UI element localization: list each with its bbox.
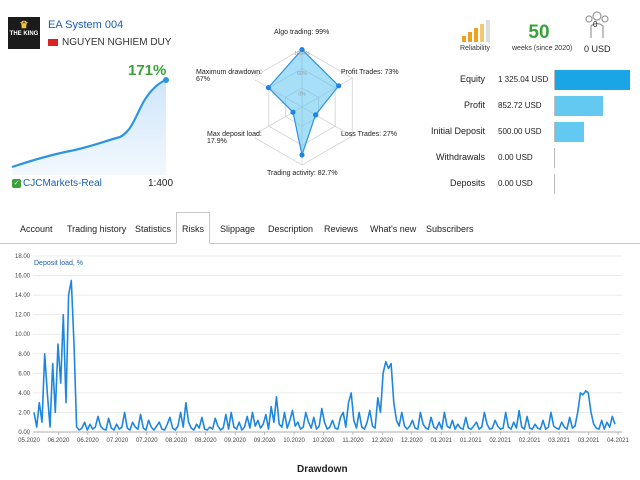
reliability-label: Reliability bbox=[460, 45, 490, 52]
leverage-value: 1:400 bbox=[148, 178, 174, 189]
radar-label-max-drawdown: Maximum drawdown: 67% bbox=[196, 69, 263, 83]
tab-description[interactable]: Description bbox=[268, 224, 313, 234]
radar-point bbox=[336, 83, 342, 89]
tab-statistics[interactable]: Statistics bbox=[135, 224, 171, 234]
x-tick-label: 09.2020 bbox=[224, 438, 246, 444]
radar-point bbox=[290, 109, 296, 115]
author-name: NGUYEN NGHIEM DUY bbox=[62, 37, 172, 48]
radar-label-max-deposit-load: Max deposit load: 17.9% bbox=[207, 131, 262, 145]
radar-chart: 100+% 60% 0% bbox=[255, 46, 353, 166]
financial-value: 0.00 USD bbox=[498, 179, 533, 188]
x-tick-label: 09.2020 bbox=[254, 438, 276, 444]
system-title[interactable]: EA System 004 bbox=[48, 19, 123, 31]
financial-bar bbox=[555, 96, 603, 116]
subscribers-value: 0 USD bbox=[584, 44, 611, 54]
x-tick-label: 06.2020 bbox=[48, 438, 70, 444]
tab-reviews[interactable]: Reviews bbox=[324, 224, 358, 234]
tab-risks[interactable]: Risks bbox=[176, 212, 210, 244]
x-tick-label: 03.2021 bbox=[548, 438, 570, 444]
radar-label-trading-activity: Trading activity: 82.7% bbox=[267, 170, 338, 177]
x-tick-label: 12.2020 bbox=[401, 438, 423, 444]
financial-label: Profit bbox=[463, 100, 485, 110]
x-tick-label: 02.2021 bbox=[519, 438, 541, 444]
x-tick-label: 03.2021 bbox=[578, 438, 600, 444]
series-line-deposit-load bbox=[33, 279, 616, 431]
weeks-value: 50 bbox=[528, 22, 550, 43]
growth-end-dot bbox=[163, 77, 169, 83]
x-tick-label: 01.2021 bbox=[430, 438, 452, 444]
radar-ring-label: 100+% bbox=[294, 51, 310, 57]
radar-label-profit-trades: Profit Trades: 73% bbox=[341, 69, 399, 76]
financial-bar bbox=[555, 70, 630, 90]
y-tick-label: 6.00 bbox=[18, 371, 30, 377]
financial-value: 1 325.04 USD bbox=[498, 75, 549, 84]
chart-legend: Deposit load, % bbox=[34, 260, 84, 267]
x-tick-label: 07.2020 bbox=[136, 438, 158, 444]
broker-row[interactable]: ✓ CJCMarkets-Real bbox=[12, 178, 102, 189]
financial-label: Withdrawals bbox=[435, 152, 485, 162]
tab-slippage[interactable]: Slippage bbox=[220, 224, 255, 234]
radar-point bbox=[265, 84, 271, 91]
country-flag-icon bbox=[48, 38, 58, 46]
tab-account[interactable]: Account bbox=[20, 224, 53, 234]
shield-check-icon: ✓ bbox=[12, 178, 21, 188]
radar-shape bbox=[267, 48, 340, 158]
radar-point bbox=[312, 112, 319, 118]
financial-label: Equity bbox=[459, 74, 485, 84]
x-tick-label: 07.2020 bbox=[106, 438, 128, 444]
chart-grid bbox=[33, 255, 622, 433]
radar-label-loss-trades: Loss Trades: 27% bbox=[341, 131, 398, 138]
weeks-label: weeks (since 2020) bbox=[512, 45, 573, 52]
financial-value: 0.00 USD bbox=[498, 153, 533, 162]
y-axis-ticks: 0.002.004.006.008.0010.0012.0014.0016.00… bbox=[15, 254, 31, 436]
x-tick-label: 08.2020 bbox=[165, 438, 187, 444]
subscribers-count: 0 bbox=[593, 20, 598, 29]
x-tick-label: 06.2020 bbox=[77, 438, 99, 444]
tab-whats-new[interactable]: What's new bbox=[370, 224, 416, 234]
y-tick-label: 2.00 bbox=[18, 410, 30, 416]
tab-bar: Account Trading history Statistics Risks… bbox=[0, 212, 640, 244]
financial-bar bbox=[555, 122, 584, 142]
financial-value: 500.00 USD bbox=[498, 127, 542, 136]
financial-label: Deposits bbox=[449, 178, 485, 188]
system-logo: ♛ THE KING bbox=[8, 17, 40, 49]
tab-subscribers[interactable]: Subscribers bbox=[426, 224, 474, 234]
author-row[interactable]: NGUYEN NGHIEM DUY bbox=[48, 37, 171, 48]
financial-bar-axis bbox=[554, 148, 555, 168]
tab-trading-history[interactable]: Trading history bbox=[67, 224, 126, 234]
y-tick-label: 12.00 bbox=[15, 313, 31, 319]
reliability-icon bbox=[462, 20, 490, 42]
y-tick-label: 16.00 bbox=[15, 274, 31, 280]
y-tick-label: 10.00 bbox=[15, 332, 31, 338]
crown-icon: ♛ bbox=[19, 20, 29, 31]
y-tick-label: 18.00 bbox=[15, 254, 31, 260]
radar-point bbox=[299, 152, 305, 158]
radar-ring-label: 60% bbox=[297, 71, 308, 77]
logo-text: THE KING bbox=[9, 31, 39, 37]
x-tick-label: 12.2020 bbox=[372, 438, 394, 444]
deposit-load-chart: 0.002.004.006.008.0010.0012.0014.0016.00… bbox=[15, 254, 630, 444]
chart-caption: Drawdown bbox=[297, 464, 348, 475]
y-tick-label: 4.00 bbox=[18, 391, 30, 397]
y-tick-label: 8.00 bbox=[18, 352, 30, 358]
x-tick-label: 05.2020 bbox=[18, 438, 40, 444]
x-tick-label: 10.2020 bbox=[283, 438, 305, 444]
y-tick-label: 14.00 bbox=[15, 293, 31, 299]
radar-ring-label: 0% bbox=[298, 91, 306, 97]
radar-label-algo: Algo trading: 99% bbox=[274, 29, 330, 36]
growth-mini-chart bbox=[11, 77, 169, 175]
x-axis-ticks: 05.2020 06.2020 06.2020 07.2020 07.2020 08.20… bbox=[18, 432, 630, 444]
financial-value: 852.72 USD bbox=[498, 101, 542, 110]
x-tick-label: 11.2020 bbox=[342, 438, 364, 444]
x-tick-label: 04.2021 bbox=[607, 438, 629, 444]
x-tick-label: 08.2020 bbox=[195, 438, 217, 444]
x-tick-label: 01.2021 bbox=[460, 438, 482, 444]
x-tick-label: 10.2020 bbox=[313, 438, 335, 444]
x-tick-label: 02.2021 bbox=[489, 438, 511, 444]
broker-name: CJCMarkets-Real bbox=[23, 178, 102, 189]
financial-bar-axis bbox=[554, 174, 555, 194]
financial-label: Initial Deposit bbox=[430, 126, 485, 136]
